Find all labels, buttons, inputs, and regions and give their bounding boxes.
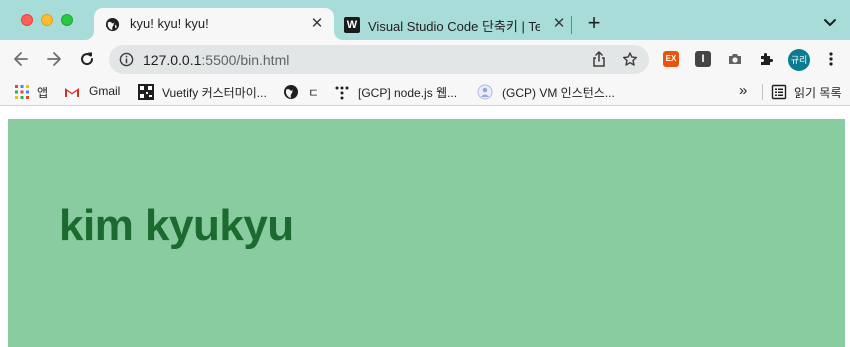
puzzle-icon[interactable] [759,51,775,67]
share-icon[interactable] [591,51,607,68]
reading-list-button[interactable]: 읽기 목록 [794,84,842,100]
url-path: :5500/bin.html [201,52,290,68]
close-tab-icon[interactable]: ✕ [550,15,568,33]
tab-divider [571,16,572,34]
globe-icon [284,85,298,99]
bookmark-vuetify[interactable]: Vuetify 커스터마이... [162,84,267,100]
profile-avatar[interactable]: 규리 [788,49,810,71]
minimize-window-button[interactable] [41,14,53,26]
url-text: 127.0.0.1:5500/bin.html [143,52,289,68]
tab-active[interactable]: kyu! kyu! kyu! ✕ [94,8,334,40]
tab-strip: kyu! kyu! kyu! ✕ W Visual Studio Code 단축… [0,0,850,40]
tab-inactive[interactable]: W Visual Studio Code 단축키 | Tech ✕ [336,8,572,40]
page-heading: kim kyukyu [59,201,294,250]
url-host: 127.0.0.1 [143,52,202,68]
site-w-icon: W [344,17,360,33]
address-bar[interactable]: 127.0.0.1:5500/bin.html [109,45,649,74]
zoom-window-button[interactable] [61,14,73,26]
content-box: kim kyukyu [8,119,845,347]
close-tab-icon[interactable]: ✕ [308,15,326,33]
more-bookmarks-icon[interactable]: » [739,82,747,99]
tab-title: Visual Studio Code 단축키 | Tech [368,19,540,34]
forward-arrow-icon[interactable] [45,50,63,68]
reload-icon[interactable] [78,50,96,68]
extension-ex-icon[interactable]: EX [663,51,679,67]
reading-list-icon [771,84,787,100]
info-icon[interactable] [119,52,134,67]
bookmark-apps[interactable]: 앱 [37,84,48,100]
tab-title: kyu! kyu! kyu! [130,16,209,31]
toolbar: 127.0.0.1:5500/bin.html EX I 규리 [0,40,850,78]
bookmarks-bar: 앱 Gmail Vuetify 커스터마이... ㄷ [GCP] node.js… [0,78,850,106]
more-menu-icon[interactable] [823,51,839,67]
extension-i-icon[interactable]: I [695,51,711,67]
back-arrow-icon[interactable] [12,50,30,68]
page-viewport: kim kyukyu [0,107,850,347]
bookmark-gcp-vm[interactable]: (GCP) VM 인스턴스... [502,84,615,100]
apps-grid-icon [15,85,29,99]
bookmark-gmail[interactable]: Gmail [89,84,120,100]
person-icon [477,84,493,100]
qr-icon [138,84,154,100]
bookmark-gcp-node[interactable]: [GCP] node.js 웹... [358,84,457,100]
close-window-button[interactable] [21,14,33,26]
new-tab-button[interactable]: + [584,12,604,34]
star-bookmark-icon[interactable] [622,51,638,68]
gmail-icon [65,88,79,97]
globe-icon [105,17,120,32]
bookmark-d[interactable]: ㄷ [308,84,319,100]
camera-icon[interactable] [727,51,743,67]
chevron-down-icon[interactable] [822,14,838,30]
bookmark-separator [762,84,763,100]
dots-icon [335,86,349,100]
